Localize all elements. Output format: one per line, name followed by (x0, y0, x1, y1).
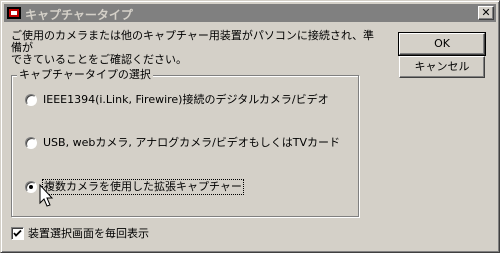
instruction-text: ご使用のカメラまたは他のキャプチャー用装置がパソコンに接続され、準備が できてい… (11, 29, 374, 66)
radio-button[interactable] (25, 137, 37, 149)
checkbox[interactable] (11, 227, 24, 240)
group-legend: キャプチャータイプの選択 (17, 68, 153, 81)
capture-type-dialog: キャプチャータイプ ✕ ご使用のカメラまたは他のキャプチャー用装置がパソコンに接… (0, 0, 500, 253)
radio-label[interactable]: USB, webカメラ, アナログカメラ/ビデオもしくはTVカード (43, 136, 340, 150)
ok-button[interactable]: OK (398, 32, 486, 56)
title-bar[interactable]: キャプチャータイプ ✕ (4, 4, 496, 22)
checkmark-icon (13, 229, 22, 237)
radio-dot (29, 185, 33, 189)
app-icon (7, 7, 21, 19)
mouse-pointer-icon (39, 184, 54, 207)
window-title: キャプチャータイプ (25, 8, 133, 22)
radio-button[interactable] (25, 94, 37, 106)
close-icon: ✕ (481, 6, 491, 19)
radio-label[interactable]: 複数カメラを使用した拡張キャプチャー (42, 179, 244, 195)
radio-button-selected[interactable] (25, 181, 37, 193)
checkbox-label[interactable]: 装置選択画面を毎回表示 (28, 227, 149, 241)
radio-label[interactable]: IEEE1394(i.Link, Firewire)接続のデジタルカメラ/ビデオ (43, 93, 329, 107)
cancel-button[interactable]: キャンセル (399, 56, 485, 78)
close-button[interactable]: ✕ (478, 6, 494, 20)
